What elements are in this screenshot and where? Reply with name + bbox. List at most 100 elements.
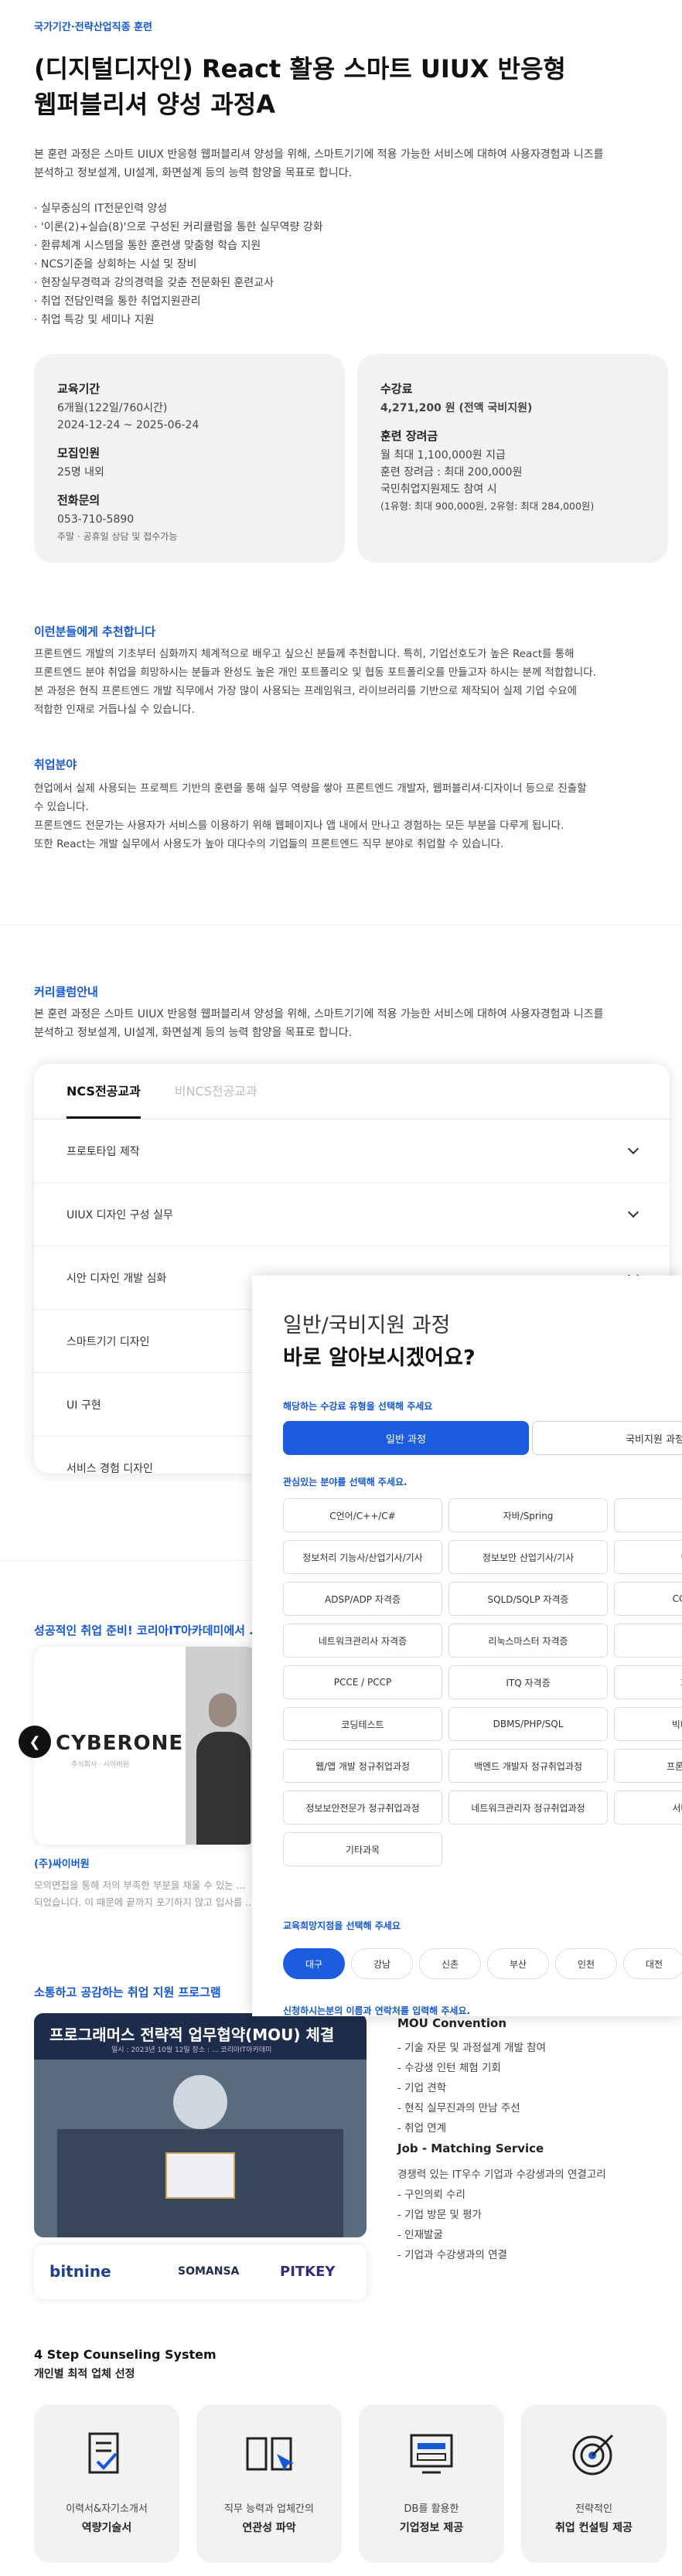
mou-item: - 기술 자문 및 과정설계 개발 참여: [397, 2042, 547, 2054]
field-option-button[interactable]: MCF: [614, 1624, 682, 1658]
field-option-button[interactable]: ITQ 자격증: [448, 1665, 608, 1699]
field-option-button[interactable]: 파: [614, 1498, 682, 1532]
field-option-button[interactable]: CCNA/CC: [614, 1582, 682, 1616]
recommend-line: 적합한 인재로 거듭나실 수 있습니다.: [34, 704, 195, 716]
curriculum-line: 본 훈련 과정은 스마트 UIUX 반응형 웹퍼블리셔 양성을 위해, 스마트기…: [34, 1008, 604, 1021]
field-option-button[interactable]: 프론트엔드 개: [614, 1749, 682, 1783]
accordion-label: 프로토타입 제작: [66, 1145, 140, 1158]
chevron-left-icon: ❮: [29, 1733, 41, 1750]
success-card[interactable]: CYBERONE 주식회사 · 사이버원: [34, 1647, 258, 1845]
accordion-label: UIUX 디자인 구성 실무: [66, 1208, 173, 1222]
mou-banner: 프로그래머스 전략적 업무협약(MOU) 체결 일시 : 2023년 10월 1…: [34, 2013, 367, 2237]
accordion-item[interactable]: 프로토타입 제작: [34, 1119, 670, 1183]
fee-type-question: 해당하는 수강료 유형을 선택해 주세요: [283, 1401, 433, 1412]
field-option-button[interactable]: C언어/C++/C#: [283, 1498, 442, 1532]
job-item: - 구인의뢰 수리: [397, 2189, 465, 2201]
job-matching-list: 경쟁력 있는 IT우수 기업과 수강생과의 연결고리 - 구인의뢰 수리 - 기…: [397, 2165, 606, 2265]
field-option-button[interactable]: 서버관리자: [614, 1791, 682, 1825]
field-option-button[interactable]: 백엔드 개발자 정규취업과정: [448, 1749, 608, 1783]
accordion-label: UI 구현: [66, 1399, 101, 1412]
field-option-button[interactable]: 자료구: [614, 1665, 682, 1699]
period-dates: 2024-12-24 ~ 2025-06-24: [57, 419, 199, 431]
curriculum-title: 커리큘럼안내: [34, 985, 98, 999]
feature-item: · 환류체계 시스템을 통한 훈련생 맞춤형 학습 지원: [34, 240, 261, 252]
field-option-button[interactable]: 코딩테스트: [283, 1707, 442, 1741]
feature-list: · 실무중심의 IT전문인력 양성 · '이론(2)+실습(8)'으로 구성된 …: [34, 199, 323, 329]
program-title: 소통하고 공감하는 취업 지원 프로그램: [34, 1985, 221, 1999]
fee-value: 4,271,200 원 (전액 국비지원): [380, 402, 533, 414]
field-option-button[interactable]: 네트워크관리자 정규취업과정: [448, 1791, 608, 1825]
success-desc: 모의면접을 통해 저의 부족한 부분을 채울 수 있는 ... 되었습니다. 이…: [34, 1877, 254, 1911]
feature-item: · 취업 전담인력을 통한 취업지원관리: [34, 295, 201, 308]
incentive-label: 훈련 장려금: [380, 429, 438, 443]
incentive-line: 월 최대 1,100,000원 지급: [380, 449, 506, 462]
mou-list: - 기술 자문 및 과정설계 개발 참여 - 수강생 인턴 체험 기회 - 기업…: [397, 2038, 546, 2138]
intro-text: 본 훈련 과정은 스마트 UIUX 반응형 웹퍼블리셔 양성을 위해, 스마트기…: [34, 145, 668, 182]
feature-item: · 실무중심의 IT전문인력 양성: [34, 203, 168, 215]
company-logo-sub: 주식회사 · 사이버원: [71, 1761, 129, 1769]
field-option-button[interactable]: SQLD/SQLP 자격증: [448, 1582, 608, 1616]
field-option-button[interactable]: 정보보안 산업기사/기사: [448, 1540, 608, 1574]
step-line-1: 전략적인: [575, 2503, 612, 2515]
mou-item: - 현직 실무진과의 만남 주선: [397, 2102, 520, 2114]
mou-title: MOU Convention: [397, 2016, 506, 2030]
field-option-button[interactable]: 리눅스마스터 자격증: [448, 1624, 608, 1658]
field-option-button[interactable]: 웹/앱 개발 정규취업과정: [283, 1749, 442, 1783]
success-line: 되었습니다. 이 때문에 끝까지 포기하지 않고 입사를 ...: [34, 1896, 255, 1908]
job-item: - 기업과 수강생과의 연결: [397, 2249, 507, 2261]
category-label: 국가기간·전략산업직종 훈련: [34, 22, 152, 33]
recommend-line: 프론트엔드 분야 취업을 희망하시는 분들과 완성도 높은 개인 포트폴리오 및…: [34, 666, 596, 679]
carousel-prev-button[interactable]: ❮: [19, 1726, 51, 1758]
fee-info-card: 수강료 4,271,200 원 (전액 국비지원) 훈련 장려금 월 최대 1,…: [357, 354, 668, 563]
tab-non-ncs[interactable]: 비NCS전공교과: [175, 1064, 257, 1119]
branch-option-button[interactable]: 강남: [351, 1948, 413, 1979]
field-option-button[interactable]: ADSP/ADP 자격증: [283, 1582, 442, 1616]
branch-option-button[interactable]: 인천: [555, 1948, 617, 1979]
job-desc: 경쟁력 있는 IT우수 기업과 수강생과의 연결고리: [397, 2169, 606, 2181]
feature-item: · NCS기준을 상회하는 시설 및 장비: [34, 258, 197, 271]
branch-option-button[interactable]: 대전: [623, 1948, 682, 1979]
field-option-button[interactable]: 빅데이터/A: [614, 1707, 682, 1741]
contact-phone[interactable]: 053-710-5890: [57, 511, 322, 528]
tab-ncs[interactable]: NCS전공교과: [66, 1064, 141, 1119]
chevron-down-icon: [627, 1143, 639, 1154]
fee-label: 수강료: [380, 382, 413, 396]
field-option-button[interactable]: 정보처리 기능사/산업기사/기사: [283, 1540, 442, 1574]
field-question: 관심있는 분야를 선택해 주세요.: [283, 1477, 407, 1487]
curriculum-tabs: NCS전공교과 비NCS전공교과: [34, 1064, 670, 1119]
panel-title-1: 일반/국비지원 과정: [283, 1314, 451, 1337]
course-info-card: 교육기간 6개월(122일/760시간) 2024-12-24 ~ 2025-0…: [34, 354, 345, 563]
field-option-button[interactable]: DBMS/PHP/SQL: [448, 1707, 608, 1741]
contact-question: 신청하시는분의 이름과 연락처를 입력해 주세요.: [283, 2005, 471, 2016]
field-option-button[interactable]: 정보보안전문가 정규취업과정: [283, 1791, 442, 1825]
accordion-label: 스마트기기 디자인: [66, 1335, 150, 1348]
subsidized-course-button[interactable]: 국비지원 과정: [532, 1421, 682, 1455]
contact-note: 주말 · 공휴일 상담 및 접수가능: [57, 531, 178, 542]
branch-option-button[interactable]: 부산: [487, 1948, 549, 1979]
branch-option-button[interactable]: 신촌: [419, 1948, 481, 1979]
partner-logo-somansa: SOMANSA: [178, 2265, 240, 2278]
field-option-button[interactable]: 빅데이: [614, 1540, 682, 1574]
title-line-1: (디지털디자인) React 활용 스마트 UIUX 반응형: [34, 54, 566, 83]
target-icon: [572, 2434, 614, 2475]
incentive-line: 훈련 장려금 : 최대 200,000원: [380, 466, 523, 479]
field-option-button[interactable]: PCCE / PCCP: [283, 1665, 442, 1699]
field-option-button[interactable]: 자바/Spring: [448, 1498, 608, 1532]
partner-logos: bitnine SOMANSA PITKEY: [34, 2245, 367, 2299]
chevron-down-icon: [627, 1206, 639, 1218]
branch-option-button[interactable]: 대구: [283, 1948, 345, 1979]
mou-item: - 취업 연계: [397, 2122, 447, 2135]
interview-photo: [186, 1647, 258, 1845]
field-option-button[interactable]: 기타과목: [283, 1832, 442, 1866]
step-card: DB를 활용한 기업정보 제공: [359, 2404, 504, 2563]
general-course-button[interactable]: 일반 과정: [283, 1421, 529, 1455]
partner-logo-pitkey: PITKEY: [280, 2264, 336, 2280]
accordion-item[interactable]: UIUX 디자인 구성 실무: [34, 1183, 670, 1246]
book-icon: [246, 2437, 294, 2471]
field-option-button[interactable]: 네트워크관리사 자격증: [283, 1624, 442, 1658]
company-logo: CYBERONE: [56, 1732, 184, 1755]
incentive-line: 국민취업지원제도 참여 시: [380, 483, 497, 496]
jobs-line: 수 있습니다.: [34, 801, 89, 813]
step-line-1: DB를 활용한: [404, 2503, 459, 2515]
job-item: - 인재발굴: [397, 2229, 443, 2241]
